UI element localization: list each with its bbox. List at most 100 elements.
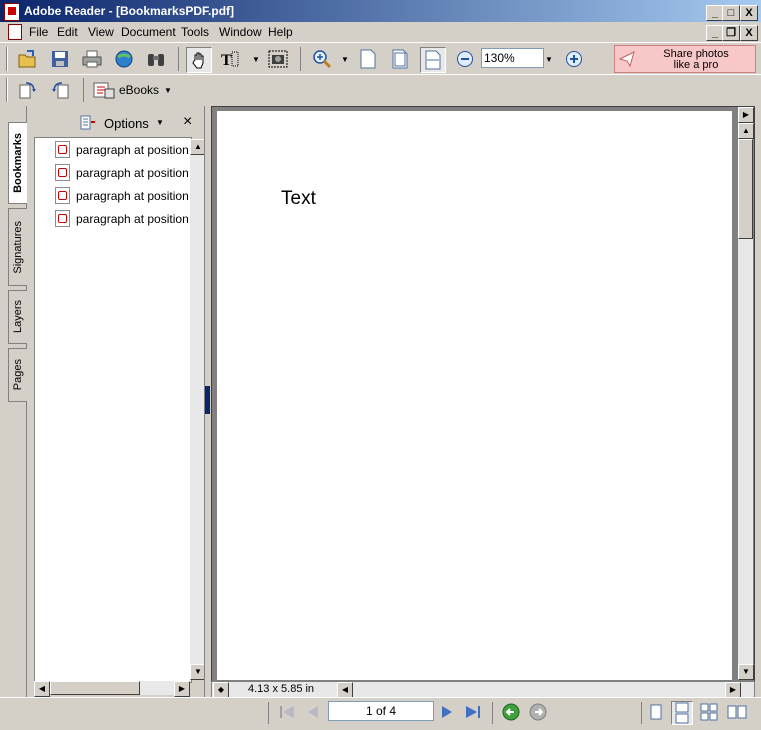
zoom-dropdown-icon[interactable]: ▼ [545, 55, 553, 64]
document-vertical-scrollbar[interactable]: ▶ ▲ ▼ [738, 107, 754, 680]
bookmark-icon [55, 141, 70, 158]
toolbar-separator [300, 47, 301, 71]
hand-tool-icon[interactable] [186, 47, 212, 73]
tab-signatures[interactable]: Signatures [8, 208, 27, 286]
zoom-tool-dropdown-icon[interactable]: ▼ [341, 55, 349, 64]
bookmarks-horizontal-scrollbar[interactable]: ◀ ▶ [34, 681, 190, 697]
close-panel-icon[interactable]: × [183, 113, 192, 131]
document-icon[interactable] [8, 24, 22, 40]
zoom-input[interactable]: 130% [481, 48, 544, 68]
page-size-toggle-icon[interactable]: ◆ [213, 682, 229, 698]
doc-scroll-left-arrow-icon[interactable]: ◀ [337, 682, 353, 698]
scroll-left-arrow-icon[interactable]: ◀ [34, 681, 50, 697]
print-icon[interactable] [80, 47, 104, 71]
bookmark-icon [55, 210, 70, 227]
doc-close-button[interactable]: X [740, 25, 758, 41]
previous-page-icon[interactable] [306, 704, 320, 720]
paper-plane-icon [619, 51, 635, 67]
menu-document[interactable]: Document [121, 25, 176, 39]
fit-width-icon[interactable] [420, 47, 446, 73]
doc-options-arrow-icon[interactable]: ▶ [738, 107, 754, 123]
zoom-in-icon[interactable] [566, 51, 582, 67]
close-button[interactable]: X [740, 5, 758, 21]
save-icon[interactable] [48, 47, 72, 71]
pdf-page: Text [217, 111, 732, 680]
single-page-layout-icon[interactable] [648, 704, 664, 720]
go-back-icon[interactable] [502, 703, 520, 721]
title-bar: Adobe Reader - [BookmarksPDF.pdf] _ □ X [0, 0, 761, 22]
status-separator [492, 702, 493, 724]
menu-file[interactable]: File [29, 25, 48, 39]
ebooks-dropdown-icon[interactable]: ▼ [164, 86, 172, 95]
toolbar-grip [6, 78, 8, 102]
bookmark-item[interactable]: paragraph at position 2 [35, 161, 191, 184]
adobe-reader-icon [4, 3, 20, 21]
menu-view[interactable]: View [88, 25, 114, 39]
menu-help[interactable]: Help [268, 25, 293, 39]
actual-size-icon[interactable] [356, 47, 380, 71]
first-page-icon[interactable] [278, 704, 296, 720]
options-dropdown-icon[interactable]: ▼ [156, 118, 164, 127]
status-separator [641, 702, 642, 724]
toolbar-separator [178, 47, 179, 71]
zoom-in-tool-icon[interactable] [310, 47, 334, 71]
status-bar: 1 of 4 [0, 697, 761, 730]
doc-scroll-right-arrow-icon[interactable]: ▶ [725, 682, 741, 698]
splitter-grip[interactable] [205, 386, 210, 414]
toolbar-grip [6, 47, 8, 71]
maximize-button[interactable]: □ [722, 5, 740, 21]
search-binoculars-icon[interactable] [144, 47, 168, 71]
document-horizontal-bar: ◆ 4.13 x 5.85 in ◀ ▶ [211, 681, 755, 698]
options-label[interactable]: Options [104, 116, 149, 131]
toolbar-secondary: eBooks ▼ [0, 74, 761, 105]
facing-layout-icon[interactable] [727, 704, 747, 720]
rotate-counterclockwise-icon[interactable] [48, 78, 72, 102]
page-text: Text [281, 188, 316, 209]
doc-scroll-down-arrow-icon[interactable]: ▼ [738, 664, 754, 680]
select-text-dropdown-icon[interactable]: ▼ [252, 55, 260, 64]
menu-tools[interactable]: Tools [181, 25, 209, 39]
page-number-input[interactable]: 1 of 4 [328, 701, 434, 721]
bookmark-icon [55, 187, 70, 204]
doc-scroll-up-arrow-icon[interactable]: ▲ [738, 123, 754, 139]
bookmark-item[interactable]: paragraph at position 1 [35, 138, 191, 161]
window-title: Adobe Reader - [BookmarksPDF.pdf] [24, 4, 235, 18]
svg-text:T: T [221, 52, 232, 68]
bookmark-list: paragraph at position 1 paragraph at pos… [34, 137, 192, 683]
tab-bookmarks[interactable]: Bookmarks [8, 122, 27, 204]
last-page-icon[interactable] [464, 704, 482, 720]
bookmarks-vertical-scrollbar[interactable]: ▲ ▼ [190, 139, 206, 680]
horizontal-scroll-thumb[interactable] [50, 681, 140, 695]
scroll-right-arrow-icon[interactable]: ▶ [174, 681, 190, 697]
go-forward-icon[interactable] [529, 703, 547, 721]
ebooks-icon[interactable] [93, 81, 115, 102]
email-icon[interactable] [112, 47, 136, 71]
status-separator [268, 702, 269, 724]
toolbar-separator [83, 78, 84, 102]
tab-pages[interactable]: Pages [8, 348, 27, 402]
bookmarks-panel-header: Options ▼ × [27, 110, 204, 136]
menu-window[interactable]: Window [219, 25, 262, 39]
zoom-out-icon[interactable] [457, 51, 473, 67]
open-icon[interactable] [16, 47, 40, 71]
bookmark-icon [55, 164, 70, 181]
bookmark-item[interactable]: paragraph at position 4 [35, 207, 191, 230]
fit-page-icon[interactable] [388, 47, 412, 71]
continuous-layout-icon[interactable] [671, 701, 693, 725]
snapshot-icon[interactable] [266, 47, 290, 71]
tab-layers[interactable]: Layers [8, 290, 27, 344]
page-size-label: 4.13 x 5.85 in [248, 683, 315, 695]
menu-edit[interactable]: Edit [57, 25, 78, 39]
options-icon[interactable] [80, 115, 96, 131]
promo-share-photos[interactable]: Share photos like a pro [614, 45, 756, 73]
ebooks-label[interactable]: eBooks [119, 83, 159, 97]
bookmark-item[interactable]: paragraph at position 3 [35, 184, 191, 207]
menu-bar: File Edit View Document Tools Window Hel… [0, 22, 761, 42]
select-text-icon[interactable]: T [218, 47, 242, 71]
doc-restore-button[interactable]: ❐ [722, 25, 740, 41]
continuous-facing-layout-icon[interactable] [700, 703, 718, 721]
doc-scroll-thumb[interactable] [738, 139, 753, 239]
next-page-icon[interactable] [440, 704, 454, 720]
promo-line-2: like a pro [673, 59, 719, 71]
rotate-clockwise-icon[interactable] [16, 78, 40, 102]
